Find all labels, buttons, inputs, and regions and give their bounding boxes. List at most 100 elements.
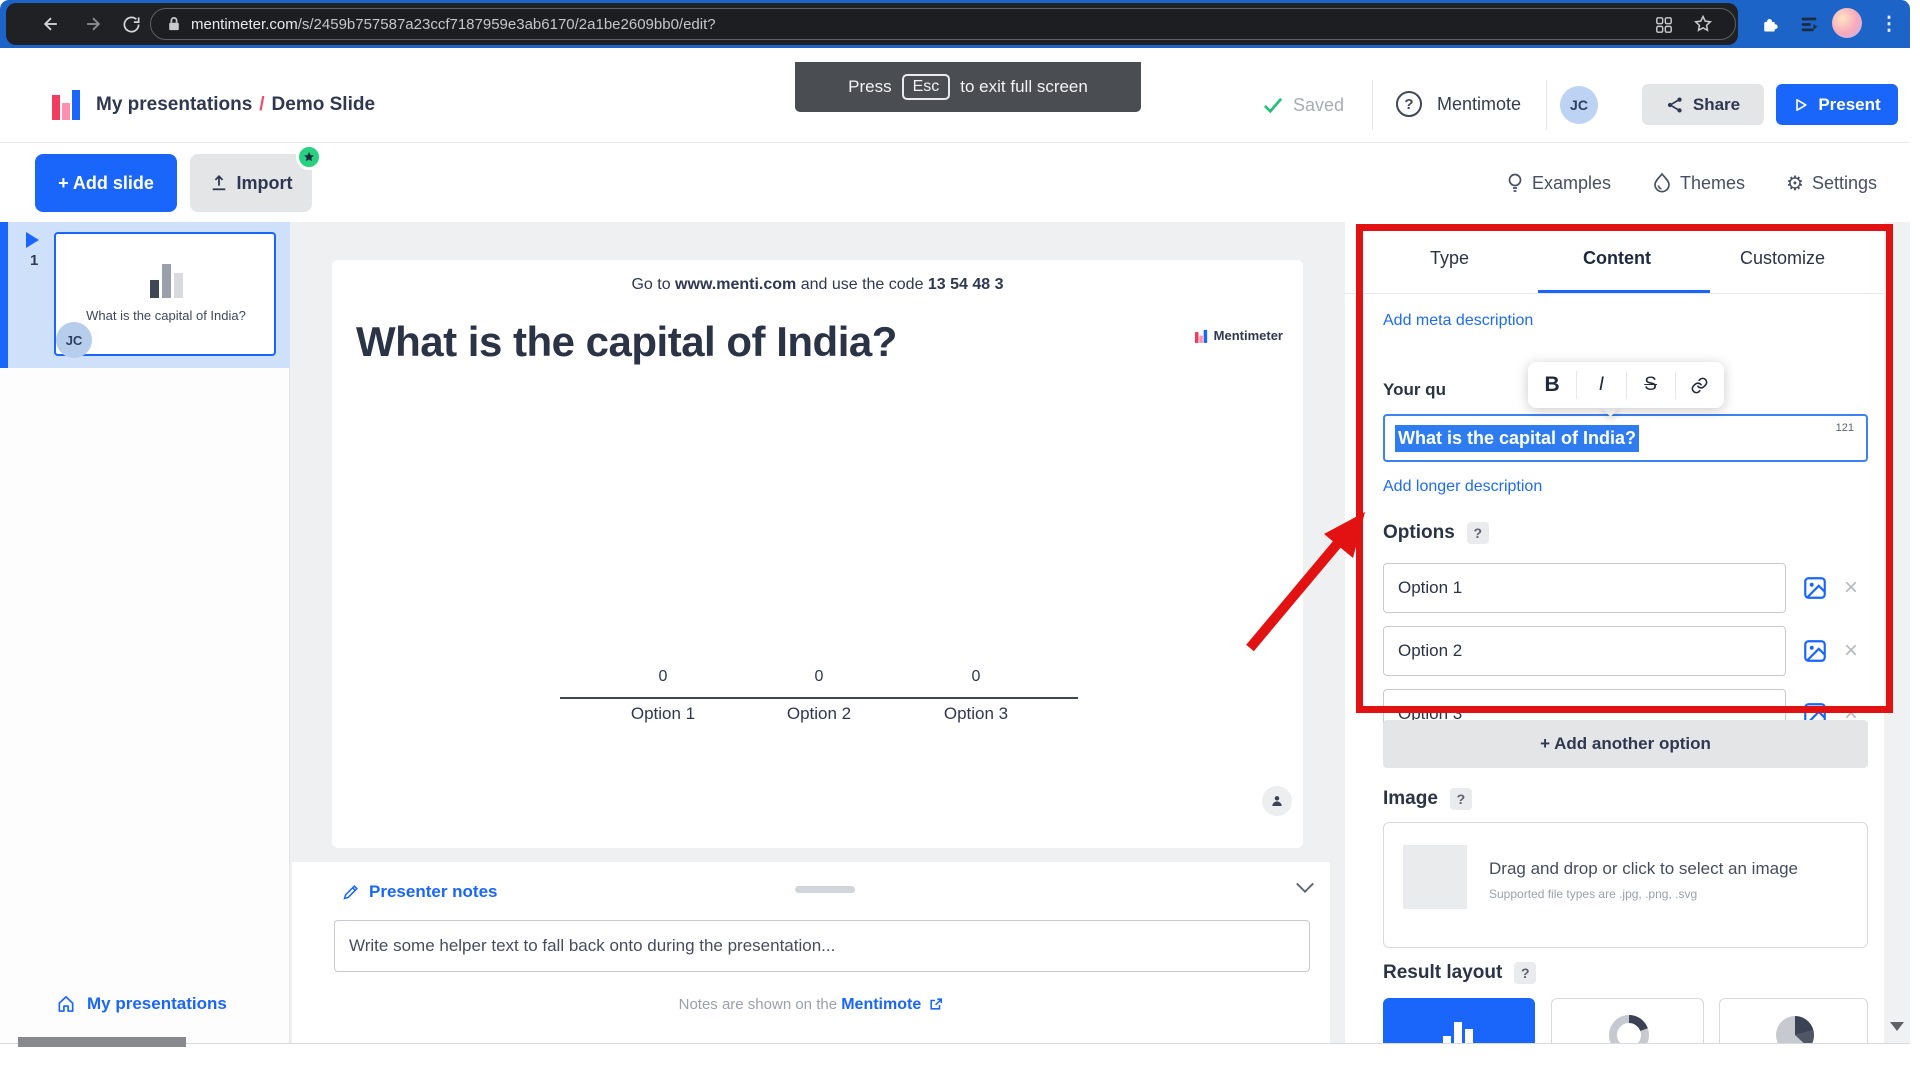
image-help-icon[interactable]: ? — [1450, 788, 1472, 810]
toast-rest: to exit full screen — [960, 77, 1088, 97]
saved-check-icon — [1262, 96, 1284, 114]
slide-number: 1 — [30, 252, 38, 269]
add-slide-button[interactable]: + Add slide — [35, 154, 177, 212]
saved-status: Saved — [1293, 95, 1344, 116]
toast-press: Press — [848, 77, 891, 97]
bookmark-star-icon[interactable] — [1693, 14, 1713, 34]
slide-list-item-selected[interactable]: 1 What is the capital of India? JC — [0, 222, 290, 368]
mentimote-link[interactable]: Mentimote — [841, 996, 921, 1013]
mentimeter-logo[interactable] — [52, 88, 82, 120]
result-layout-bars-tile[interactable] — [1383, 998, 1535, 1043]
scrollbar-down-arrow[interactable] — [1890, 1022, 1904, 1031]
browser-toolbar: mentimeter.com/s/2459b757587a23ccf718795… — [6, 3, 1738, 45]
pencil-icon — [342, 884, 359, 901]
thumbnail-bar-chart-icon — [148, 260, 186, 300]
pie-chart-layout-icon — [1773, 1013, 1817, 1043]
bar-chart-layout-icon — [1441, 1014, 1477, 1043]
annotation-highlight-box — [1356, 224, 1893, 713]
themes-menu-item[interactable]: Themes — [1652, 168, 1745, 198]
thumbnail-avatar: JC — [56, 322, 92, 358]
horizontal-scrollbar-thumb[interactable] — [18, 1037, 186, 1047]
result-layout-donut-tile[interactable] — [1551, 998, 1704, 1043]
header-divider-2 — [1546, 80, 1547, 130]
image-label: Image — [1383, 788, 1438, 810]
participants-indicator[interactable] — [1262, 786, 1292, 816]
presenter-notes-label: Presenter notes — [369, 882, 498, 902]
my-presentations-link[interactable]: My presentations — [56, 994, 227, 1014]
profile-avatar[interactable] — [1832, 8, 1862, 38]
collapse-notes-icon[interactable] — [1294, 880, 1316, 896]
add-another-option-button[interactable]: + Add another option — [1383, 720, 1868, 768]
my-presentations-label: My presentations — [87, 994, 227, 1014]
examples-menu-item[interactable]: Examples — [1506, 168, 1611, 198]
chart-value: 0 — [916, 668, 1036, 686]
join-code: 13 54 48 3 — [928, 276, 1004, 293]
import-label: Import — [237, 173, 293, 194]
mentimote-button[interactable]: ? Mentimote — [1396, 90, 1521, 118]
result-layout-pie-tile[interactable] — [1719, 998, 1868, 1043]
join-prefix: Go to — [631, 276, 675, 293]
settings-menu-item[interactable]: ⚙ Settings — [1786, 168, 1877, 198]
browser-menu-icon[interactable]: ⋮ — [1872, 7, 1906, 41]
slide-question-title[interactable]: What is the capital of India? — [356, 318, 897, 366]
share-button[interactable]: Share — [1642, 84, 1764, 125]
donut-chart-layout-icon — [1607, 1013, 1651, 1043]
notes-caption-prefix: Notes are shown on the — [679, 996, 842, 1013]
slide-toolbar: + Add slide Import Examples Themes ⚙ Set… — [0, 143, 1910, 222]
play-icon — [1793, 97, 1809, 113]
header-divider — [1372, 80, 1373, 130]
result-layout-help-icon[interactable]: ? — [1514, 962, 1536, 984]
slide-brand-label: Mentimeter — [1214, 328, 1283, 343]
breadcrumb-separator: / — [252, 94, 271, 116]
present-button[interactable]: Present — [1776, 84, 1898, 125]
drag-handle[interactable] — [795, 886, 855, 893]
mentimote-help-icon: ? — [1396, 91, 1422, 117]
import-button[interactable]: Import — [190, 154, 312, 212]
add-slide-label: + Add slide — [58, 173, 154, 194]
annotation-arrow — [1225, 485, 1395, 665]
url-domain: mentimeter.com — [191, 16, 298, 33]
browser-reload-icon[interactable] — [114, 7, 148, 41]
chart-value: 0 — [603, 668, 723, 686]
image-placeholder — [1403, 845, 1467, 909]
slide-brand-icon — [1195, 329, 1208, 343]
image-dropzone[interactable]: Drag and drop or click to select an imag… — [1383, 822, 1868, 948]
slide-brand: Mentimeter — [1195, 328, 1283, 343]
extensions-puzzle-icon[interactable] — [1752, 7, 1786, 41]
browser-back-icon[interactable] — [34, 7, 68, 41]
url-bar[interactable]: mentimeter.com/s/2459b757587a23ccf718795… — [150, 8, 1736, 40]
user-avatar[interactable]: JC — [1560, 86, 1598, 124]
thumbnail-title: What is the capital of India? — [64, 308, 268, 323]
result-layout-label: Result layout — [1383, 962, 1502, 984]
fullscreen-toast: Press Esc to exit full screen — [795, 62, 1141, 112]
extension-list-icon[interactable] — [1792, 7, 1826, 41]
presenter-notes-input[interactable] — [334, 920, 1310, 972]
import-premium-badge — [296, 144, 322, 170]
lock-icon — [167, 16, 181, 32]
notes-caption: Notes are shown on the Mentimote — [292, 996, 1330, 1014]
chart-category: Option 2 — [759, 704, 879, 724]
settings-label: Settings — [1812, 173, 1877, 194]
slide-canvas[interactable]: Go to www.menti.com and use the code 13 … — [332, 260, 1303, 848]
chart-value: 0 — [759, 668, 879, 686]
mentimote-label: Mentimote — [1437, 94, 1521, 115]
browser-frame: mentimeter.com/s/2459b757587a23ccf718795… — [0, 0, 1910, 48]
selected-slide-indicator — [0, 222, 8, 368]
breadcrumb-root[interactable]: My presentations — [96, 94, 252, 116]
theme-drop-icon — [1652, 172, 1672, 194]
slide-play-icon[interactable] — [26, 232, 39, 248]
join-instructions: Go to www.menti.com and use the code 13 … — [332, 276, 1303, 294]
gear-icon: ⚙ — [1786, 171, 1804, 196]
chart-category: Option 1 — [603, 704, 723, 724]
present-label: Present — [1818, 95, 1880, 115]
share-label: Share — [1693, 95, 1740, 115]
external-link-icon — [929, 997, 943, 1011]
browser-forward-icon[interactable] — [76, 7, 110, 41]
add-another-option-label: + Add another option — [1540, 734, 1711, 754]
join-domain: www.menti.com — [675, 276, 796, 293]
presenter-notes-header[interactable]: Presenter notes — [342, 882, 498, 902]
esc-key: Esc — [902, 74, 951, 100]
chart-axis — [560, 697, 1078, 699]
tab-groups-icon[interactable] — [1655, 16, 1673, 34]
breadcrumb-current[interactable]: Demo Slide — [272, 94, 375, 116]
